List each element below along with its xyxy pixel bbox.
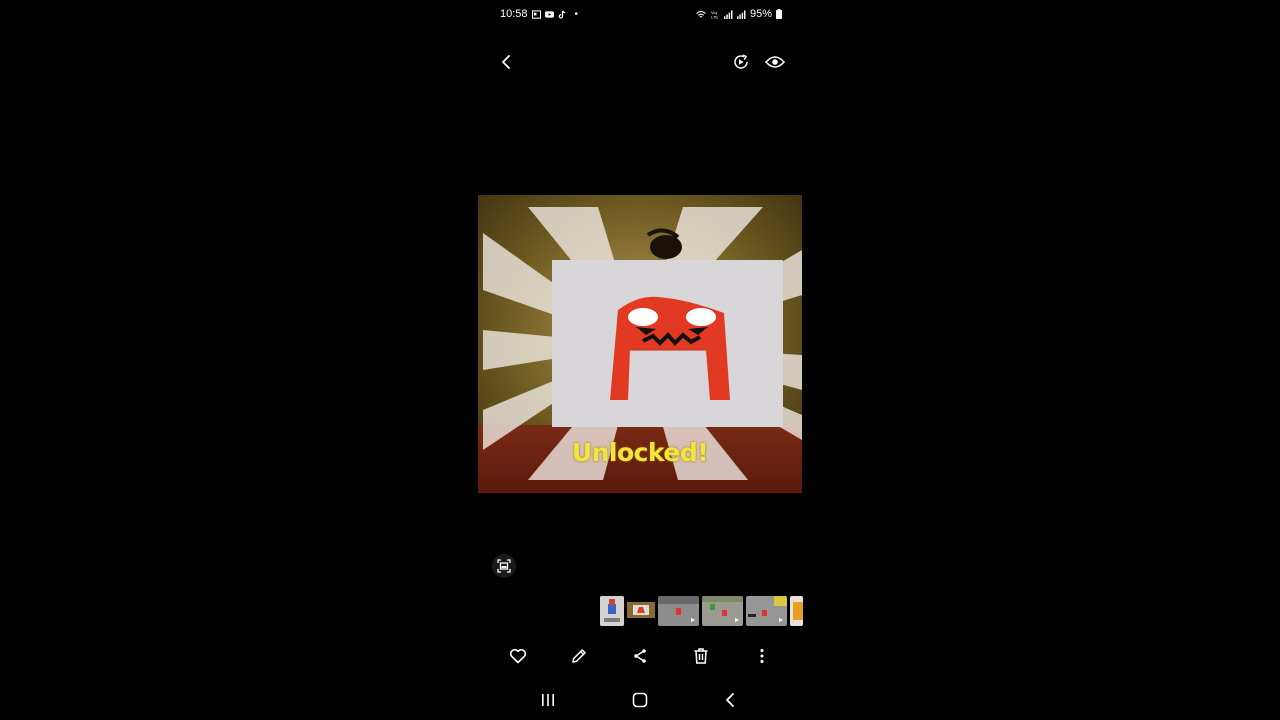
volte-icon: Vo)LTE: [711, 10, 718, 19]
share-icon: [634, 649, 646, 663]
signal-icon-2: [736, 9, 746, 19]
status-bar: 10:58 • Vo) LTE 95%: [500, 6, 782, 22]
thumbnail[interactable]: [658, 596, 699, 626]
system-nav-bar: [478, 688, 802, 712]
thumbnail-strip: [600, 596, 803, 626]
recent-apps-button[interactable]: [536, 688, 560, 712]
back-arrow-icon: [502, 55, 510, 69]
battery-percent: 95%: [749, 8, 772, 20]
thumbnail[interactable]: [627, 596, 655, 626]
photo-view[interactable]: Unlocked!: [478, 195, 802, 493]
remaster-button[interactable]: [727, 48, 755, 76]
svg-text:LTE: LTE: [711, 14, 718, 18]
more-vertical-icon: [760, 649, 764, 663]
tiktok-icon: [558, 10, 565, 19]
battery-icon: [776, 9, 782, 19]
thumbnail[interactable]: [600, 596, 624, 626]
favorite-button[interactable]: [506, 644, 530, 668]
photo-actions-bar: [478, 644, 802, 668]
view-details-button[interactable]: [761, 48, 789, 76]
gallery-notification-icon: [531, 9, 541, 19]
trash-icon: [694, 648, 708, 664]
home-button[interactable]: [628, 688, 652, 712]
back-button[interactable]: [492, 48, 520, 76]
eye-icon: [765, 56, 785, 68]
pencil-icon: [572, 649, 586, 663]
phone-screen: 10:58 • Vo) LTE 95% Unlocked!: [478, 0, 803, 720]
edit-button[interactable]: [567, 644, 591, 668]
recent-apps-icon: [542, 694, 554, 706]
delete-button[interactable]: [689, 644, 713, 668]
unlocked-caption: Unlocked!: [571, 438, 709, 467]
thumbnail[interactable]: [790, 596, 803, 626]
crop-frame-icon: [497, 559, 511, 573]
thumbnail[interactable]: [702, 596, 743, 626]
remaster-icon: [734, 54, 748, 69]
smart-crop-button[interactable]: [492, 554, 516, 578]
status-time: 10:58: [500, 8, 528, 20]
signal-icon: [723, 9, 733, 19]
heart-icon: [509, 649, 527, 664]
share-button[interactable]: [628, 644, 652, 668]
home-icon: [632, 692, 648, 708]
youtube-icon: [544, 10, 554, 18]
thumbnail[interactable]: [746, 596, 787, 626]
viewer-top-bar: [478, 48, 802, 78]
more-options-button[interactable]: [750, 644, 774, 668]
wifi-icon: [696, 10, 706, 18]
dot-icon: •: [574, 8, 579, 20]
nav-back-button[interactable]: [718, 688, 742, 712]
back-icon: [726, 693, 734, 707]
